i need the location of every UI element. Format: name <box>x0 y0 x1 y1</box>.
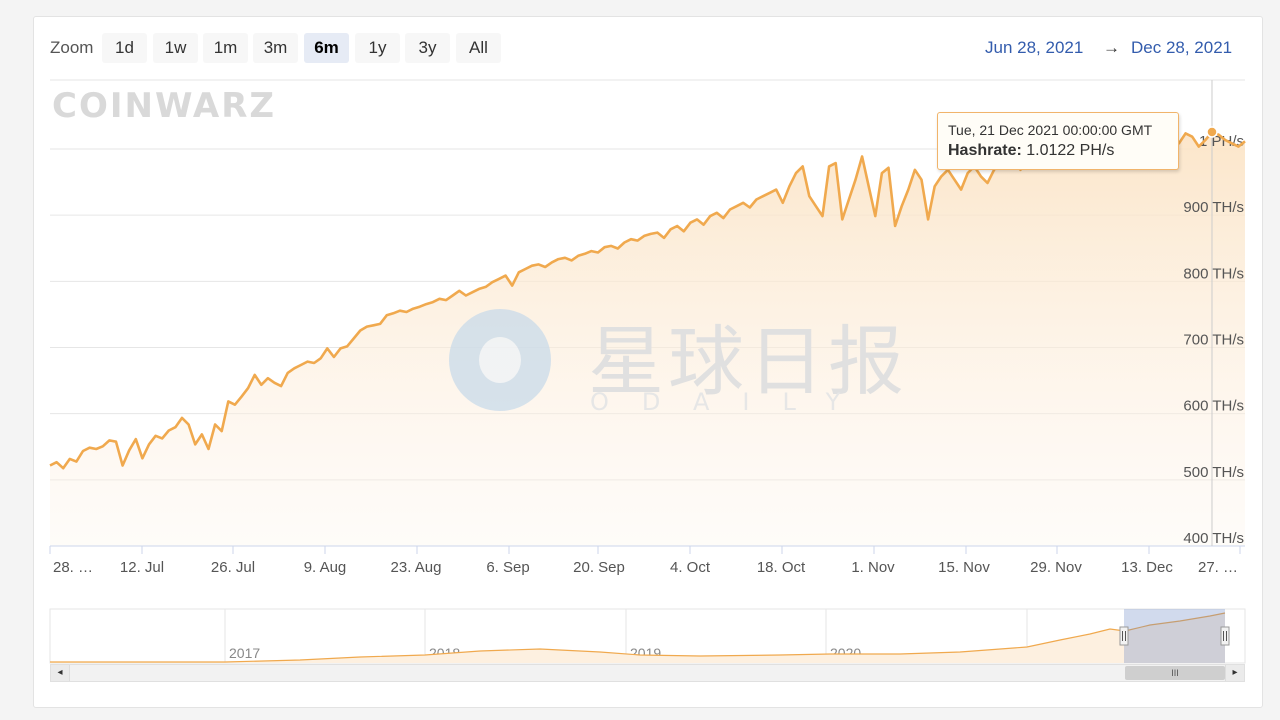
hover-tooltip: Tue, 21 Dec 2021 00:00:00 GMT Hashrate: … <box>937 112 1179 170</box>
x-axis: 28. … 12. Jul 26. Jul 9. Aug 23. Aug 6. Sep 20… <box>49 545 1245 576</box>
x-tick-label: 23. Aug <box>391 559 442 576</box>
x-tick-label: 20. Sep <box>573 559 625 576</box>
odaily-logo-icon <box>449 309 551 411</box>
y-tick-label: 1 PH/s <box>1199 133 1244 150</box>
tooltip-series-label: Hashrate: <box>948 142 1022 159</box>
navigator-selection[interactable] <box>1124 609 1225 663</box>
x-tick-label: 6. Sep <box>486 559 529 576</box>
x-tick-label: 1. Nov <box>851 559 895 576</box>
x-tick-label: 13. Dec <box>1121 559 1173 576</box>
x-tick-label: 18. Oct <box>757 559 806 576</box>
y-tick-label: 900 TH/s <box>1183 199 1244 216</box>
y-tick-label: 500 TH/s <box>1183 464 1244 481</box>
x-tick-label: 15. Nov <box>938 559 990 576</box>
y-tick-label: 700 TH/s <box>1183 331 1244 348</box>
navigator[interactable]: 20172018201920202021 <box>49 608 1246 664</box>
scroll-right-arrow-icon[interactable]: ▸ <box>1225 665 1244 681</box>
tooltip-date: Tue, 21 Dec 2021 00:00:00 GMT <box>948 122 1153 138</box>
odaily-watermark-en: ODAILY <box>590 388 874 416</box>
x-tick-label: 27. … <box>1198 559 1238 576</box>
x-tick-label: 29. Nov <box>1030 559 1082 576</box>
coinwarz-logo: COINWARZ <box>52 86 277 126</box>
tooltip-series-value: 1.0122 PH/s <box>1026 142 1115 159</box>
x-tick-label: 4. Oct <box>670 559 711 576</box>
navigator-year-label: 2017 <box>229 645 260 661</box>
y-tick-label: 800 TH/s <box>1183 265 1244 282</box>
tooltip-value: Hashrate: 1.0122 PH/s <box>948 142 1114 160</box>
x-tick-label: 9. Aug <box>304 559 347 576</box>
navigator-scrollbar[interactable]: ◂ III ▸ <box>50 664 1245 682</box>
scrollbar-thumb[interactable]: III <box>1125 666 1225 680</box>
x-tick-label: 12. Jul <box>120 559 164 576</box>
y-tick-label: 400 TH/s <box>1183 530 1244 547</box>
navigator-right-handle-icon[interactable] <box>1220 626 1230 646</box>
navigator-left-handle-icon[interactable] <box>1119 626 1129 646</box>
x-tick-label: 28. … <box>53 559 93 576</box>
scroll-left-arrow-icon[interactable]: ◂ <box>51 665 70 681</box>
y-tick-label: 600 TH/s <box>1183 398 1244 415</box>
x-tick-label: 26. Jul <box>211 559 255 576</box>
